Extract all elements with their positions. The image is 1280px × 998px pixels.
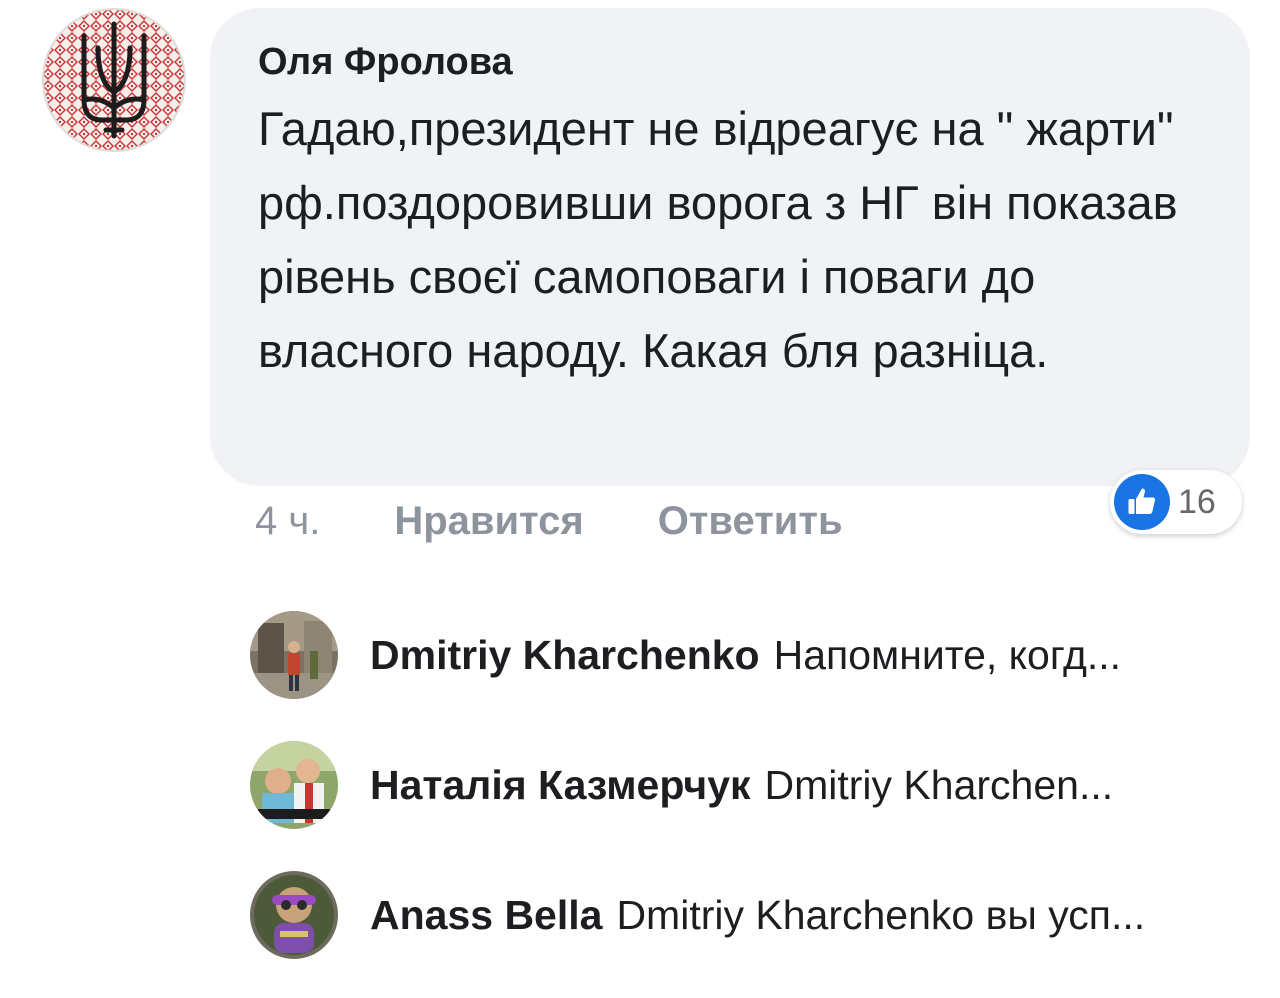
reply-author-name[interactable]: Dmitriy Kharchenko bbox=[370, 632, 760, 678]
comment-text: Гадаю,президент не відреагує на " жарти"… bbox=[258, 102, 1178, 377]
thumbs-up-glyph bbox=[1128, 488, 1155, 514]
reply-preview: Dmitriy Kharchen... bbox=[764, 761, 1114, 808]
comment-author-name[interactable]: Оля Фролова bbox=[258, 36, 1200, 88]
photo-avatar-icon bbox=[250, 871, 338, 959]
reply-author-name[interactable]: Наталія Казмерчук bbox=[370, 762, 751, 808]
author-avatar[interactable] bbox=[42, 8, 186, 152]
photo-avatar-icon bbox=[250, 741, 338, 829]
reply-avatar[interactable] bbox=[250, 871, 338, 959]
reply-preview: Dmitriy Kharchenko вы усп... bbox=[616, 891, 1146, 938]
reactions-summary[interactable]: 16 bbox=[1110, 470, 1242, 534]
photo-avatar-icon bbox=[250, 611, 338, 699]
reply-button[interactable]: Ответить bbox=[658, 499, 843, 544]
comment-bubble: Оля Фролова Гадаю,президент не відреагує… bbox=[210, 8, 1250, 486]
comment-timestamp[interactable]: 4 ч. bbox=[255, 499, 320, 544]
trident-icon bbox=[42, 8, 186, 152]
reply-item[interactable]: Dmitriy Kharchenko Напомните, когд... bbox=[250, 610, 1250, 700]
reply-avatar[interactable] bbox=[250, 741, 338, 829]
reply-line: Dmitriy Kharchenko Напомните, когд... bbox=[370, 632, 1121, 679]
thumbs-up-icon bbox=[1114, 474, 1170, 530]
reply-line: Наталія Казмерчук Dmitriy Kharchen... bbox=[370, 762, 1113, 809]
reply-line: Anass Bella Dmitriy Kharchenko вы усп... bbox=[370, 892, 1145, 939]
comment-actions: 4 ч. Нравится Ответить bbox=[255, 493, 917, 549]
reply-avatar[interactable] bbox=[250, 611, 338, 699]
like-button[interactable]: Нравится bbox=[394, 499, 583, 544]
reaction-count: 16 bbox=[1178, 482, 1216, 521]
comment-thread: Оля Фролова Гадаю,президент не відреагує… bbox=[0, 0, 1280, 998]
reply-preview: Напомните, когд... bbox=[773, 631, 1122, 678]
reply-author-name[interactable]: Anass Bella bbox=[370, 892, 602, 938]
reply-item[interactable]: Anass Bella Dmitriy Kharchenko вы усп... bbox=[250, 870, 1250, 960]
reply-item[interactable]: Наталія Казмерчук Dmitriy Kharchen... bbox=[250, 740, 1250, 830]
